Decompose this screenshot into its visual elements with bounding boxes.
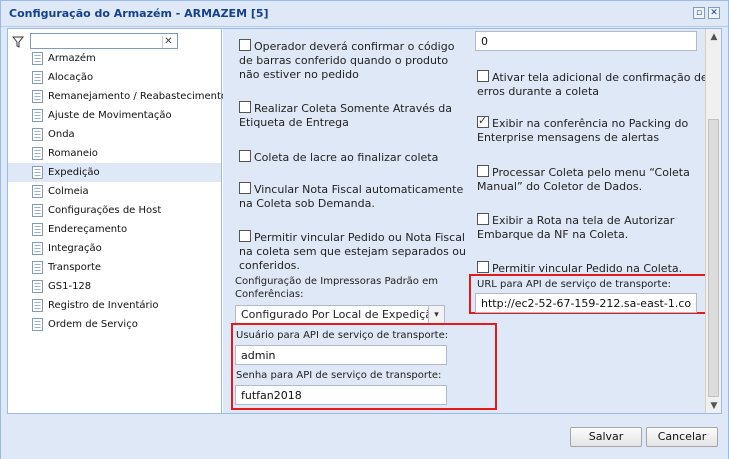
checkbox-exibir-packing[interactable]: Exibir na conferência no Packing do Ente… [477,114,688,145]
sidebar-item-label: Onda [48,129,75,140]
sidebar-item-label: Expedição [48,167,100,178]
sidebar-item-label: Ordem de Serviço [48,319,138,330]
config-window: Configuração do Armazém - ARMAZEM [5] ▫ … [0,0,729,459]
document-icon [32,280,43,293]
sidebar-item-label: Integração [48,243,102,254]
impressoras-select[interactable]: Configurado Por Local de Expedição ▾ [235,305,445,325]
url-api-label: URL para API de serviço de transporte: [477,279,671,290]
vertical-scrollbar[interactable]: ▲ ▼ [705,29,721,413]
window-title: Configuração do Armazém - ARMAZEM [5] [9,7,269,20]
sidebar-item-label: Alocação [48,72,94,83]
document-icon [32,299,43,312]
sidebar-item[interactable]: Colmeia [8,182,221,201]
close-icon[interactable]: ✕ [708,7,720,19]
sidebar-item-label: Endereçamento [48,224,128,235]
settings-panel: Operador deverá confirmar o código de ba… [223,29,721,413]
filter-input[interactable] [30,33,178,49]
filter-icon [12,36,25,48]
clear-filter-icon[interactable]: ✕ [162,36,174,48]
document-icon [32,223,43,236]
scroll-down-icon[interactable]: ▼ [709,401,719,411]
usuario-api-label: Usuário para API de serviço de transport… [236,330,449,341]
sidebar-item-label: Colmeia [48,186,89,197]
sidebar-item[interactable]: Configurações de Host [8,201,221,220]
title-bar: Configuração do Armazém - ARMAZEM [5] ▫ … [1,1,728,27]
sidebar-item-label: Romaneio [48,148,98,159]
sidebar-item[interactable]: Endereçamento [8,220,221,239]
checkbox-box[interactable] [477,213,489,225]
document-icon [32,242,43,255]
document-icon [32,318,43,331]
sidebar-item[interactable]: Ordem de Serviço [8,315,221,334]
content-area: ✕ Armazém Alocação Remanejamento / Reabast… [7,28,722,414]
sidebar-item[interactable]: Armazém [8,49,221,68]
scroll-up-icon[interactable]: ▲ [709,32,719,42]
restore-icon[interactable]: ▫ [693,7,705,19]
sidebar-item[interactable]: Integração [8,239,221,258]
checkbox-box[interactable] [239,182,251,194]
checkbox-realizar-coleta[interactable]: Realizar Coleta Somente Através da Etiqu… [239,101,452,130]
checkbox-exibir-rota[interactable]: Exibir a Rota na tela de Autorizar Embar… [477,213,674,242]
cancel-button[interactable]: Cancelar [646,427,718,447]
document-icon [32,147,43,160]
sidebar-item[interactable]: Alocação [8,68,221,87]
checkbox-box[interactable] [477,165,489,177]
checkbox-operador[interactable]: Operador deverá confirmar o código de ba… [239,39,454,82]
sidebar-item-label: Transporte [48,262,102,273]
sidebar-item[interactable]: GS1-128 [8,277,221,296]
checkbox-box[interactable] [477,261,489,273]
usuario-api-input[interactable] [235,345,447,365]
config-tree: Armazém Alocação Remanejamento / Reabastec… [8,49,227,334]
numeric-input[interactable] [475,31,697,51]
senha-api-input[interactable] [235,385,447,405]
sidebar-item-label: Configurações de Host [48,205,162,216]
checkbox-coleta-lacre[interactable]: Coleta de lacre ao finalizar coleta [239,150,438,165]
sidebar-item[interactable]: Remanejamento / Reabastecimento [8,87,227,106]
sidebar-item[interactable]: Transporte [8,258,221,277]
sidebar-item-label: Ajuste de Movimentação [48,110,172,121]
checkbox-box[interactable] [239,230,251,242]
sidebar-item[interactable]: Expedição [8,163,221,182]
checkbox-processar-coleta[interactable]: Processar Coleta pelo menu “Coleta Manua… [477,165,690,194]
sidebar-item-label: Registro de Inventário [48,300,159,311]
footer: Salvar Cancelar [1,415,728,459]
checkbox-box[interactable] [477,70,489,82]
checkbox-box[interactable] [239,39,251,51]
checkbox-box[interactable] [239,101,251,113]
sidebar-item-label: GS1-128 [48,281,92,292]
document-icon [32,128,43,141]
sidebar-item[interactable]: Onda [8,125,221,144]
sidebar: ✕ Armazém Alocação Remanejamento / Reabast… [8,29,227,413]
document-icon [32,204,43,217]
document-icon [32,71,43,84]
sidebar-item-label: Remanejamento / Reabastecimento [48,91,227,102]
save-button[interactable]: Salvar [570,427,642,447]
document-icon [32,166,43,179]
document-icon [32,261,43,274]
url-api-input[interactable] [475,293,697,313]
sidebar-item[interactable]: Registro de Inventário [8,296,221,315]
document-icon [32,109,43,122]
sidebar-item[interactable]: Ajuste de Movimentação [8,106,221,125]
scroll-thumb[interactable] [708,119,719,397]
sidebar-item[interactable]: Romaneio [8,144,221,163]
senha-api-label: Senha para API de serviço de transporte: [236,370,442,381]
checkbox-vincular-nf[interactable]: Vincular Nota Fiscal automaticamente na … [239,182,463,211]
document-icon [32,185,43,198]
document-icon [32,90,43,103]
checkbox-permitir-vincular[interactable]: Permitir vincular Pedido ou Nota Fiscal … [239,230,466,273]
checkbox-tela-adicional[interactable]: Ativar tela adicional de confirmação de … [477,70,708,99]
checkbox-box[interactable] [239,150,251,162]
sidebar-item-label: Armazém [48,53,96,64]
impressoras-label: Configuração de Impressoras Padrão em Co… [235,276,438,300]
document-icon [32,52,43,65]
chevron-down-icon[interactable]: ▾ [428,306,444,324]
checkbox-box[interactable] [477,114,489,128]
